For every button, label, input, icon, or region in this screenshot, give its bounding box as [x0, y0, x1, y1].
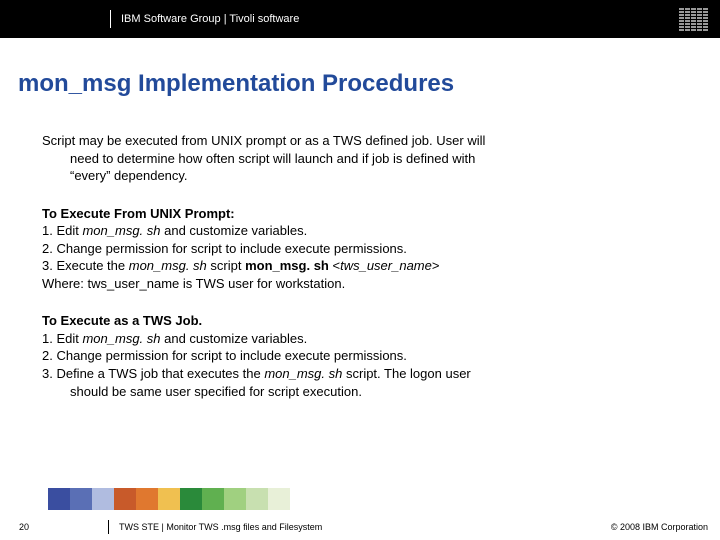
band-cell: [114, 488, 136, 510]
footer-color-band: [48, 488, 308, 510]
unix-s1c: and customize variables.: [161, 223, 308, 238]
band-cell: [202, 488, 224, 510]
band-cell: [268, 488, 290, 510]
job-step1: 1. Edit mon_msg. sh and customize variab…: [42, 330, 692, 348]
band-cell: [136, 488, 158, 510]
job-s1a: 1. Edit: [42, 331, 82, 346]
slide-content: Script may be executed from UNIX prompt …: [0, 98, 720, 400]
unix-s3b: mon_msg. sh: [129, 258, 207, 273]
header-group-text: IBM Software Group | Tivoli software: [111, 13, 299, 25]
unix-s3c: script: [207, 258, 245, 273]
job-s3b: mon_msg. sh: [264, 366, 342, 381]
footer-copyright: © 2008 IBM Corporation: [611, 522, 720, 532]
footer-title: TWS STE | Monitor TWS .msg files and Fil…: [109, 522, 611, 532]
job-s3c: script. The logon user: [342, 366, 470, 381]
band-cell: [158, 488, 180, 510]
unix-step3: 3. Execute the mon_msg. sh script mon_ms…: [42, 257, 692, 275]
unix-step1: 1. Edit mon_msg. sh and customize variab…: [42, 222, 692, 240]
unix-s3d: mon_msg. sh: [245, 258, 329, 273]
band-cell: [48, 488, 70, 510]
ibm-logo: [679, 8, 708, 31]
page-number: 20: [0, 522, 48, 532]
unix-head: To Execute From UNIX Prompt:: [42, 205, 692, 223]
slide-title: mon_msg Implementation Procedures: [0, 38, 720, 98]
job-section: To Execute as a TWS Job. 1. Edit mon_msg…: [42, 312, 692, 400]
intro-paragraph: Script may be executed from UNIX prompt …: [42, 132, 692, 185]
job-s1c: and customize variables.: [161, 331, 308, 346]
unix-s3e: <: [329, 258, 340, 273]
job-step3: 3. Define a TWS job that executes the mo…: [42, 365, 692, 400]
band-cell: [246, 488, 268, 510]
unix-s3a: 3. Execute the: [42, 258, 129, 273]
intro-line2: need to determine how often script will …: [42, 150, 692, 168]
job-s1b: mon_msg. sh: [82, 331, 160, 346]
band-cell: [180, 488, 202, 510]
band-cell: [92, 488, 114, 510]
intro-line1: Script may be executed from UNIX prompt …: [42, 133, 485, 148]
unix-s1b: mon_msg. sh: [82, 223, 160, 238]
job-head: To Execute as a TWS Job.: [42, 312, 692, 330]
intro-line3: “every” dependency.: [42, 167, 692, 185]
unix-where: Where: tws_user_name is TWS user for wor…: [42, 275, 692, 293]
job-s3a: 3. Define a TWS job that executes the: [42, 366, 264, 381]
band-cell: [70, 488, 92, 510]
unix-s3g: >: [432, 258, 440, 273]
unix-section: To Execute From UNIX Prompt: 1. Edit mon…: [42, 205, 692, 293]
header-bar: IBM Software Group | Tivoli software: [0, 0, 720, 38]
unix-s1a: 1. Edit: [42, 223, 82, 238]
job-s3cont: should be same user specified for script…: [42, 383, 692, 401]
unix-s3f: tws_user_name: [340, 258, 432, 273]
unix-step2: 2. Change permission for script to inclu…: [42, 240, 692, 258]
job-step2: 2. Change permission for script to inclu…: [42, 347, 692, 365]
footer: 20 TWS STE | Monitor TWS .msg files and …: [0, 514, 720, 540]
band-cell: [224, 488, 246, 510]
